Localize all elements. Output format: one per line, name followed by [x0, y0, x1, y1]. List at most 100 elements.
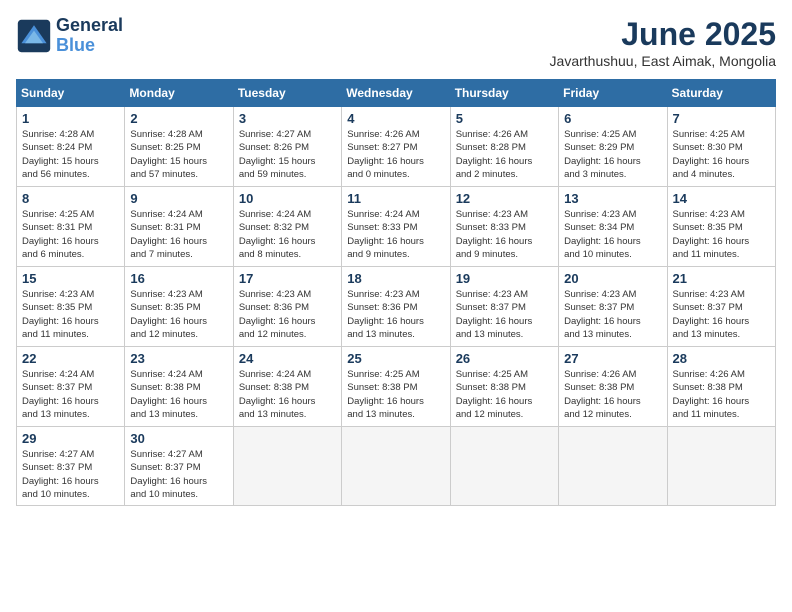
day-header-thursday: Thursday: [450, 80, 558, 107]
calendar-day-cell: 2 Sunrise: 4:28 AM Sunset: 8:25 PM Daylig…: [125, 107, 233, 187]
day-info: Sunrise: 4:23 AM Sunset: 8:34 PM Dayligh…: [564, 208, 661, 261]
calendar-day-cell: 30 Sunrise: 4:27 AM Sunset: 8:37 PM Dayli…: [125, 427, 233, 506]
day-number: 8: [22, 191, 119, 206]
day-header-tuesday: Tuesday: [233, 80, 341, 107]
day-number: 3: [239, 111, 336, 126]
calendar-day-cell: 23 Sunrise: 4:24 AM Sunset: 8:38 PM Dayli…: [125, 347, 233, 427]
calendar-day-cell: 12 Sunrise: 4:23 AM Sunset: 8:33 PM Dayli…: [450, 187, 558, 267]
day-info: Sunrise: 4:27 AM Sunset: 8:37 PM Dayligh…: [22, 448, 119, 501]
day-number: 25: [347, 351, 444, 366]
calendar-day-cell: 15 Sunrise: 4:23 AM Sunset: 8:35 PM Dayli…: [17, 267, 125, 347]
calendar-day-cell: 5 Sunrise: 4:26 AM Sunset: 8:28 PM Daylig…: [450, 107, 558, 187]
calendar-day-cell: 16 Sunrise: 4:23 AM Sunset: 8:35 PM Dayli…: [125, 267, 233, 347]
calendar-day-cell: 9 Sunrise: 4:24 AM Sunset: 8:31 PM Daylig…: [125, 187, 233, 267]
calendar-week-row: 8 Sunrise: 4:25 AM Sunset: 8:31 PM Daylig…: [17, 187, 776, 267]
calendar-day-cell: 18 Sunrise: 4:23 AM Sunset: 8:36 PM Dayli…: [342, 267, 450, 347]
day-number: 12: [456, 191, 553, 206]
day-number: 29: [22, 431, 119, 446]
calendar-day-cell: 22Sunrise: 4:24 AM Sunset: 8:37 PM Dayli…: [17, 347, 125, 427]
day-info: Sunrise: 4:23 AM Sunset: 8:37 PM Dayligh…: [456, 288, 553, 341]
day-info: Sunrise: 4:23 AM Sunset: 8:33 PM Dayligh…: [456, 208, 553, 261]
calendar-day-cell: 4 Sunrise: 4:26 AM Sunset: 8:27 PM Daylig…: [342, 107, 450, 187]
calendar-day-cell: 24 Sunrise: 4:24 AM Sunset: 8:38 PM Dayli…: [233, 347, 341, 427]
day-number: 2: [130, 111, 227, 126]
day-info: Sunrise: 4:26 AM Sunset: 8:38 PM Dayligh…: [564, 368, 661, 421]
day-info: Sunrise: 4:25 AM Sunset: 8:38 PM Dayligh…: [456, 368, 553, 421]
calendar-table: SundayMondayTuesdayWednesdayThursdayFrid…: [16, 79, 776, 506]
day-number: 18: [347, 271, 444, 286]
day-info: Sunrise: 4:25 AM Sunset: 8:31 PM Dayligh…: [22, 208, 119, 261]
calendar-week-row: 15 Sunrise: 4:23 AM Sunset: 8:35 PM Dayli…: [17, 267, 776, 347]
day-number: 19: [456, 271, 553, 286]
day-info: Sunrise: 4:23 AM Sunset: 8:37 PM Dayligh…: [564, 288, 661, 341]
day-info: Sunrise: 4:23 AM Sunset: 8:36 PM Dayligh…: [347, 288, 444, 341]
day-info: Sunrise: 4:23 AM Sunset: 8:35 PM Dayligh…: [130, 288, 227, 341]
day-info: Sunrise: 4:28 AM Sunset: 8:25 PM Dayligh…: [130, 128, 227, 181]
day-number: 28: [673, 351, 770, 366]
day-info: Sunrise: 4:25 AM Sunset: 8:29 PM Dayligh…: [564, 128, 661, 181]
day-number: 1: [22, 111, 119, 126]
calendar-day-cell: 6 Sunrise: 4:25 AM Sunset: 8:29 PM Daylig…: [559, 107, 667, 187]
day-info: Sunrise: 4:24 AM Sunset: 8:33 PM Dayligh…: [347, 208, 444, 261]
day-info: Sunrise: 4:28 AM Sunset: 8:24 PM Dayligh…: [22, 128, 119, 181]
day-info: Sunrise: 4:23 AM Sunset: 8:35 PM Dayligh…: [673, 208, 770, 261]
logo: General Blue: [16, 16, 123, 56]
day-number: 15: [22, 271, 119, 286]
day-info: Sunrise: 4:24 AM Sunset: 8:37 PM Dayligh…: [22, 368, 119, 421]
day-number: 27: [564, 351, 661, 366]
day-number: 9: [130, 191, 227, 206]
day-info: Sunrise: 4:24 AM Sunset: 8:38 PM Dayligh…: [239, 368, 336, 421]
day-info: Sunrise: 4:23 AM Sunset: 8:37 PM Dayligh…: [673, 288, 770, 341]
logo-text: General Blue: [56, 16, 123, 56]
day-info: Sunrise: 4:25 AM Sunset: 8:38 PM Dayligh…: [347, 368, 444, 421]
day-info: Sunrise: 4:27 AM Sunset: 8:37 PM Dayligh…: [130, 448, 227, 501]
day-number: 6: [564, 111, 661, 126]
day-info: Sunrise: 4:23 AM Sunset: 8:36 PM Dayligh…: [239, 288, 336, 341]
day-number: 17: [239, 271, 336, 286]
calendar-day-cell: [450, 427, 558, 506]
calendar-day-cell: [667, 427, 775, 506]
day-header-wednesday: Wednesday: [342, 80, 450, 107]
day-info: Sunrise: 4:26 AM Sunset: 8:38 PM Dayligh…: [673, 368, 770, 421]
calendar-day-cell: 1 Sunrise: 4:28 AM Sunset: 8:24 PM Daylig…: [17, 107, 125, 187]
calendar-day-cell: [342, 427, 450, 506]
day-number: 13: [564, 191, 661, 206]
day-header-sunday: Sunday: [17, 80, 125, 107]
day-info: Sunrise: 4:25 AM Sunset: 8:30 PM Dayligh…: [673, 128, 770, 181]
month-title: June 2025: [550, 16, 776, 53]
day-info: Sunrise: 4:24 AM Sunset: 8:38 PM Dayligh…: [130, 368, 227, 421]
day-info: Sunrise: 4:26 AM Sunset: 8:27 PM Dayligh…: [347, 128, 444, 181]
day-number: 24: [239, 351, 336, 366]
day-number: 21: [673, 271, 770, 286]
day-number: 7: [673, 111, 770, 126]
day-number: 30: [130, 431, 227, 446]
page-header: General Blue June 2025 Javarthushuu, Eas…: [16, 16, 776, 69]
day-number: 14: [673, 191, 770, 206]
calendar-day-cell: 29 Sunrise: 4:27 AM Sunset: 8:37 PM Dayli…: [17, 427, 125, 506]
calendar-day-cell: 14 Sunrise: 4:23 AM Sunset: 8:35 PM Dayli…: [667, 187, 775, 267]
day-number: 10: [239, 191, 336, 206]
calendar-day-cell: 7 Sunrise: 4:25 AM Sunset: 8:30 PM Daylig…: [667, 107, 775, 187]
calendar-week-row: 29 Sunrise: 4:27 AM Sunset: 8:37 PM Dayli…: [17, 427, 776, 506]
calendar-day-cell: 26 Sunrise: 4:25 AM Sunset: 8:38 PM Dayli…: [450, 347, 558, 427]
calendar-day-cell: 25 Sunrise: 4:25 AM Sunset: 8:38 PM Dayli…: [342, 347, 450, 427]
day-number: 26: [456, 351, 553, 366]
day-info: Sunrise: 4:24 AM Sunset: 8:31 PM Dayligh…: [130, 208, 227, 261]
logo-icon: [16, 18, 52, 54]
calendar-day-cell: 8 Sunrise: 4:25 AM Sunset: 8:31 PM Daylig…: [17, 187, 125, 267]
day-number: 4: [347, 111, 444, 126]
day-info: Sunrise: 4:23 AM Sunset: 8:35 PM Dayligh…: [22, 288, 119, 341]
day-number: 5: [456, 111, 553, 126]
calendar-day-cell: 10Sunrise: 4:24 AM Sunset: 8:32 PM Dayli…: [233, 187, 341, 267]
day-info: Sunrise: 4:26 AM Sunset: 8:28 PM Dayligh…: [456, 128, 553, 181]
calendar-day-cell: 20Sunrise: 4:23 AM Sunset: 8:37 PM Dayli…: [559, 267, 667, 347]
day-number: 23: [130, 351, 227, 366]
day-info: Sunrise: 4:27 AM Sunset: 8:26 PM Dayligh…: [239, 128, 336, 181]
calendar-week-row: 22Sunrise: 4:24 AM Sunset: 8:37 PM Dayli…: [17, 347, 776, 427]
day-header-saturday: Saturday: [667, 80, 775, 107]
calendar-day-cell: 13 Sunrise: 4:23 AM Sunset: 8:34 PM Dayli…: [559, 187, 667, 267]
calendar-day-cell: 27 Sunrise: 4:26 AM Sunset: 8:38 PM Dayli…: [559, 347, 667, 427]
calendar-day-cell: 19 Sunrise: 4:23 AM Sunset: 8:37 PM Dayli…: [450, 267, 558, 347]
calendar-day-cell: [233, 427, 341, 506]
day-number: 16: [130, 271, 227, 286]
